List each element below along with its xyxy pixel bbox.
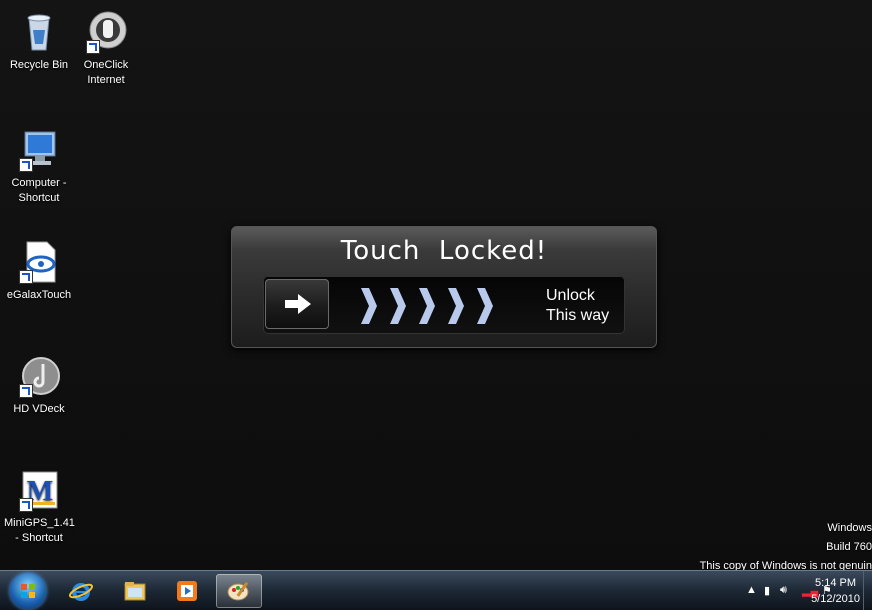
taskbar-paint[interactable] <box>216 574 262 608</box>
slide-chevrons <box>358 284 494 328</box>
taskbar-media-player[interactable] <box>164 574 210 608</box>
chevron-right-icon <box>419 288 435 324</box>
clock-date: 5/12/2010 <box>811 593 860 605</box>
minigps-icon: M <box>17 468 61 512</box>
clock[interactable]: 5:14 PM 5/12/2010 <box>811 575 860 607</box>
system-tray: ▲ ▮ 🔊︎ ▂▄ ⚑ 5:14 PM 5/12/2010 <box>704 571 872 610</box>
desktop-icon-label: Computer - Shortcut <box>11 177 67 204</box>
taskbar: ▲ ▮ 🔊︎ ▂▄ ⚑ 5:14 PM 5/12/2010 <box>0 570 872 610</box>
touch-lock-panel: Touch Locked! Unlock This way <box>231 226 657 348</box>
desktop-icon-label: HD VDeck <box>13 403 65 415</box>
unlock-slider-knob[interactable] <box>265 279 329 329</box>
clock-time: 5:14 PM <box>815 577 857 589</box>
windows-genuine-watermark: Windows Build 760 This copy of Windows i… <box>700 519 872 576</box>
chevron-right-icon <box>390 288 406 324</box>
desktop-icon-label: MiniGPS_1.41 - Shortcut <box>4 517 75 544</box>
oneclick-internet-icon <box>84 10 128 54</box>
battery-icon[interactable]: ▮ <box>764 584 770 597</box>
desktop-icon-label: OneClick Internet <box>83 59 129 86</box>
windows-logo-icon <box>21 584 35 598</box>
paint-icon <box>227 581 249 601</box>
watermark-line1: Windows <box>827 522 872 534</box>
desktop-icon-recycle-bin[interactable]: Recycle Bin <box>4 10 74 73</box>
unlock-hint: Unlock This way <box>546 286 609 326</box>
desktop-icon-oneclick-internet[interactable]: OneClick Internet <box>71 10 141 88</box>
hd-vdeck-icon <box>17 354 61 398</box>
show-hidden-icons-icon[interactable]: ▲ <box>746 584 757 596</box>
egalaxtouch-icon <box>17 240 61 284</box>
start-button[interactable] <box>10 573 46 609</box>
internet-explorer-icon <box>69 583 93 601</box>
taskbar-windows-explorer[interactable] <box>112 574 158 608</box>
desktop-icon-label: Recycle Bin <box>9 59 69 71</box>
unlock-hint-line2: This way <box>546 307 610 324</box>
shortcut-arrow-icon <box>86 40 100 54</box>
chevron-right-icon <box>361 288 377 324</box>
watermark-line2: Build 760 <box>826 541 872 553</box>
computer-icon <box>17 128 61 172</box>
right-arrow-icon <box>285 294 311 314</box>
desktop-icon-hd-vdeck[interactable]: HD VDeck <box>4 354 74 417</box>
taskbar-internet-explorer[interactable] <box>58 574 104 608</box>
touch-lock-title: Touch Locked! <box>340 236 548 266</box>
chevron-right-icon <box>448 288 464 324</box>
show-desktop-button[interactable] <box>863 571 872 610</box>
shortcut-arrow-icon <box>19 158 33 172</box>
shortcut-arrow-icon <box>19 498 33 512</box>
desktop-icon-label: eGalaxTouch <box>6 289 72 301</box>
chevron-right-icon <box>477 288 493 324</box>
unlock-slider-track[interactable]: Unlock This way <box>263 276 625 334</box>
desktop-icon-computer[interactable]: Computer - Shortcut <box>4 128 74 206</box>
volume-icon[interactable]: 🔊︎ <box>780 584 787 597</box>
unlock-hint-line1: Unlock <box>546 287 595 304</box>
desktop: Recycle Bin OneClick Internet Computer -… <box>0 0 872 572</box>
desktop-icon-minigps[interactable]: M MiniGPS_1.41 - Shortcut <box>4 468 75 546</box>
shortcut-arrow-icon <box>19 270 33 284</box>
recycle-bin-icon <box>17 10 61 54</box>
windows-explorer-icon <box>124 582 146 601</box>
media-player-icon <box>177 581 197 601</box>
desktop-icon-egalaxtouch[interactable]: eGalaxTouch <box>4 240 74 303</box>
shortcut-arrow-icon <box>19 384 33 398</box>
